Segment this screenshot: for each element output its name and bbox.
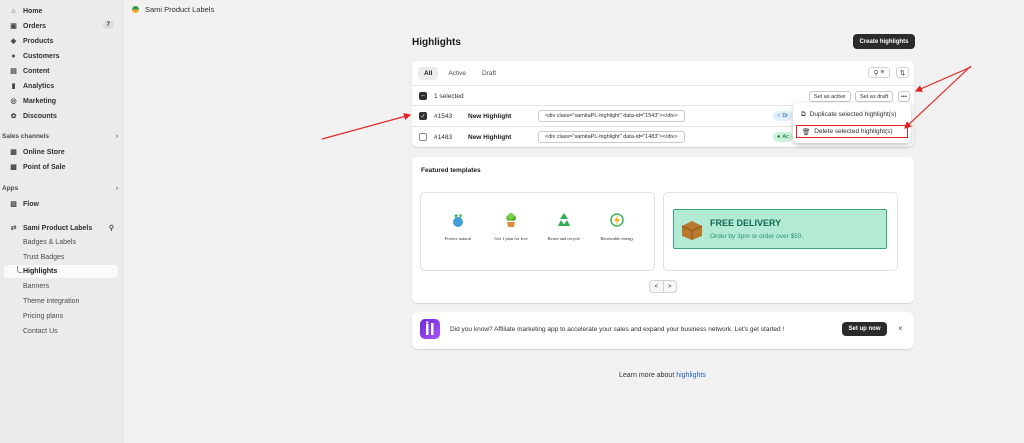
annotation-arrow	[904, 65, 972, 129]
annotation-arrow	[914, 66, 972, 92]
annotation-arrows	[321, 65, 972, 140]
annotation-arrow	[321, 113, 412, 140]
